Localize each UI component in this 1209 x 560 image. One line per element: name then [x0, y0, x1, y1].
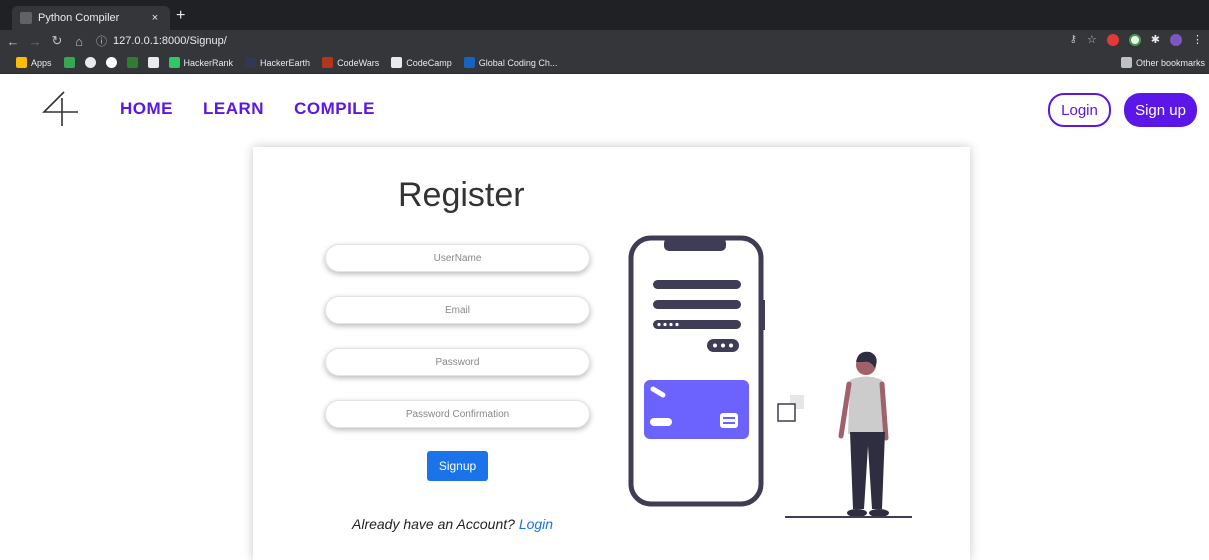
bookmark-leaf-icon[interactable]: [63, 57, 75, 68]
header-login-button[interactable]: Login: [1048, 93, 1111, 127]
home-icon[interactable]: ⌂: [70, 34, 88, 49]
credit-card: [644, 380, 749, 439]
account-prompt: Already have an Account? Login: [352, 516, 553, 532]
phone-speaker: [664, 238, 726, 251]
person-pants: [850, 432, 885, 509]
bookmark-github-icon[interactable]: [84, 57, 96, 68]
bookmark-apps[interactable]: Apps: [16, 57, 52, 68]
extension-color-icon[interactable]: [1128, 33, 1141, 46]
email-input[interactable]: [326, 304, 589, 316]
extension-red-icon[interactable]: [1106, 33, 1119, 46]
email-field-wrapper: [325, 296, 590, 324]
menu-dots-icon[interactable]: ⋮: [1192, 33, 1203, 46]
new-tab-button[interactable]: +: [176, 8, 185, 24]
text-line-2: [653, 300, 741, 309]
account-prompt-text: Already have an Account?: [352, 516, 515, 532]
apps-grid-icon: [16, 57, 27, 68]
codewars-icon: [322, 57, 334, 68]
phone-outline: [628, 235, 764, 507]
favicon-icon: [20, 12, 32, 24]
forward-icon[interactable]: →: [26, 34, 44, 49]
signup-submit-button[interactable]: Signup: [427, 451, 488, 481]
other-bookmarks[interactable]: Other bookmarks: [1120, 57, 1205, 68]
reload-icon[interactable]: ↻: [48, 33, 66, 49]
url-text: 127.0.0.1:8000/Signup/: [113, 35, 227, 47]
extensions-area: ⚷ ☆ ✱ ⋮: [1070, 33, 1203, 46]
bookmark-wave-icon[interactable]: [126, 57, 138, 68]
password-confirmation-input[interactable]: [326, 408, 589, 420]
bookmark-codecamp[interactable]: CodeCamp: [391, 57, 452, 68]
folder-icon: [1120, 57, 1132, 68]
bookmark-hackerearth[interactable]: HackerEarth: [245, 57, 310, 68]
puzzle-icon[interactable]: ✱: [1151, 33, 1160, 46]
card-chip: [720, 413, 738, 428]
text-line-1: [653, 280, 741, 289]
bookmarks-bar: Apps HackerRank HackerEarth CodeWars Cod…: [0, 52, 1209, 74]
nav-home[interactable]: HOME: [120, 99, 173, 119]
login-link[interactable]: Login: [519, 516, 553, 532]
site-logo-icon[interactable]: [42, 90, 80, 128]
back-icon[interactable]: ←: [4, 34, 22, 49]
browser-toolbar: ← → ↻ ⌂ ⓘ 127.0.0.1:8000/Signup/ ⚷ ☆ ✱ ⋮: [0, 30, 1209, 52]
password-input[interactable]: [326, 356, 589, 368]
hackerearth-icon: [245, 57, 257, 68]
tab-title: Python Compiler: [38, 12, 120, 24]
bookmark-box-icon[interactable]: [147, 57, 159, 68]
bookmark-circle-icon[interactable]: [105, 57, 117, 68]
password-confirm-field-wrapper: [325, 400, 590, 428]
star-icon[interactable]: ☆: [1087, 33, 1097, 46]
signup-illustration: [628, 235, 912, 518]
hackerrank-icon: [168, 57, 180, 68]
floating-square-front: [777, 403, 796, 422]
browser-tab[interactable]: Python Compiler ×: [12, 6, 170, 30]
profile-avatar-icon[interactable]: [1170, 33, 1182, 46]
page-title: Register: [398, 176, 525, 214]
header-signup-button[interactable]: Sign up: [1124, 93, 1197, 127]
global-coding-icon: [463, 57, 475, 68]
address-bar[interactable]: ⓘ 127.0.0.1:8000/Signup/: [96, 33, 1056, 49]
close-tab-icon[interactable]: ×: [148, 12, 162, 24]
username-input[interactable]: [326, 252, 589, 264]
password-field-wrapper: [325, 348, 590, 376]
bookmark-hackerrank[interactable]: HackerRank: [168, 57, 233, 68]
nav-learn[interactable]: LEARN: [203, 99, 264, 119]
bookmark-global-coding[interactable]: Global Coding Ch...: [463, 57, 557, 68]
codecamp-icon: [391, 57, 403, 68]
nav-compile[interactable]: COMPILE: [294, 99, 375, 119]
info-icon[interactable]: ⓘ: [96, 33, 107, 49]
key-icon[interactable]: ⚷: [1070, 34, 1077, 45]
username-field-wrapper: [325, 244, 590, 272]
browser-tab-bar: Python Compiler × +: [0, 0, 1209, 30]
bookmark-codewars[interactable]: CodeWars: [322, 57, 379, 68]
phone-side-button: [761, 300, 765, 330]
site-nav: HOME LEARN COMPILE: [120, 99, 375, 119]
